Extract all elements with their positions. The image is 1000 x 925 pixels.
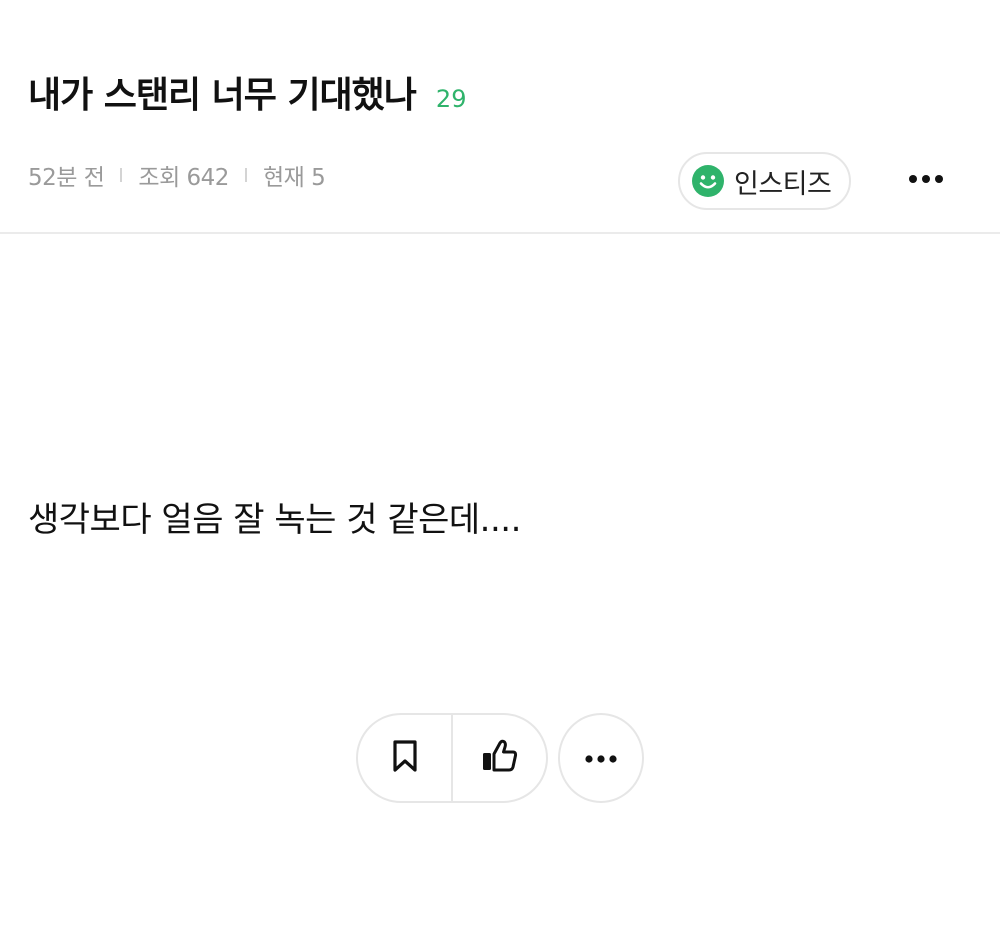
more-options-icon[interactable]	[906, 166, 946, 192]
bookmark-icon	[391, 739, 419, 777]
post-header: 내가 스탠리 너무 기대했나 29 52분 전 조회 642 현재 5 인스티즈	[0, 0, 1000, 234]
comment-count[interactable]: 29	[436, 85, 467, 113]
post-meta: 52분 전 조회 642 현재 5	[28, 158, 326, 192]
meta-divider	[120, 168, 123, 182]
meta-divider	[244, 168, 247, 182]
post-title: 내가 스탠리 너무 기대했나	[28, 75, 417, 116]
bookmark-button[interactable]	[358, 715, 451, 801]
more-icon	[584, 749, 618, 768]
action-pill	[356, 713, 548, 803]
title-row: 내가 스탠리 너무 기대했나 29	[28, 66, 466, 118]
view-count: 조회 642	[138, 165, 229, 191]
more-actions-button[interactable]	[558, 713, 644, 803]
post-body: 생각보다 얼음 잘 녹는 것 같은데....	[28, 500, 521, 540]
post-time: 52분 전	[28, 165, 105, 191]
thumbs-up-icon	[481, 739, 519, 777]
author-nickname: 인스티즈	[734, 168, 832, 200]
current-viewers: 현재 5	[262, 165, 326, 191]
smile-icon	[692, 165, 724, 197]
like-button[interactable]	[453, 715, 546, 801]
author-chip[interactable]: 인스티즈	[678, 152, 852, 210]
